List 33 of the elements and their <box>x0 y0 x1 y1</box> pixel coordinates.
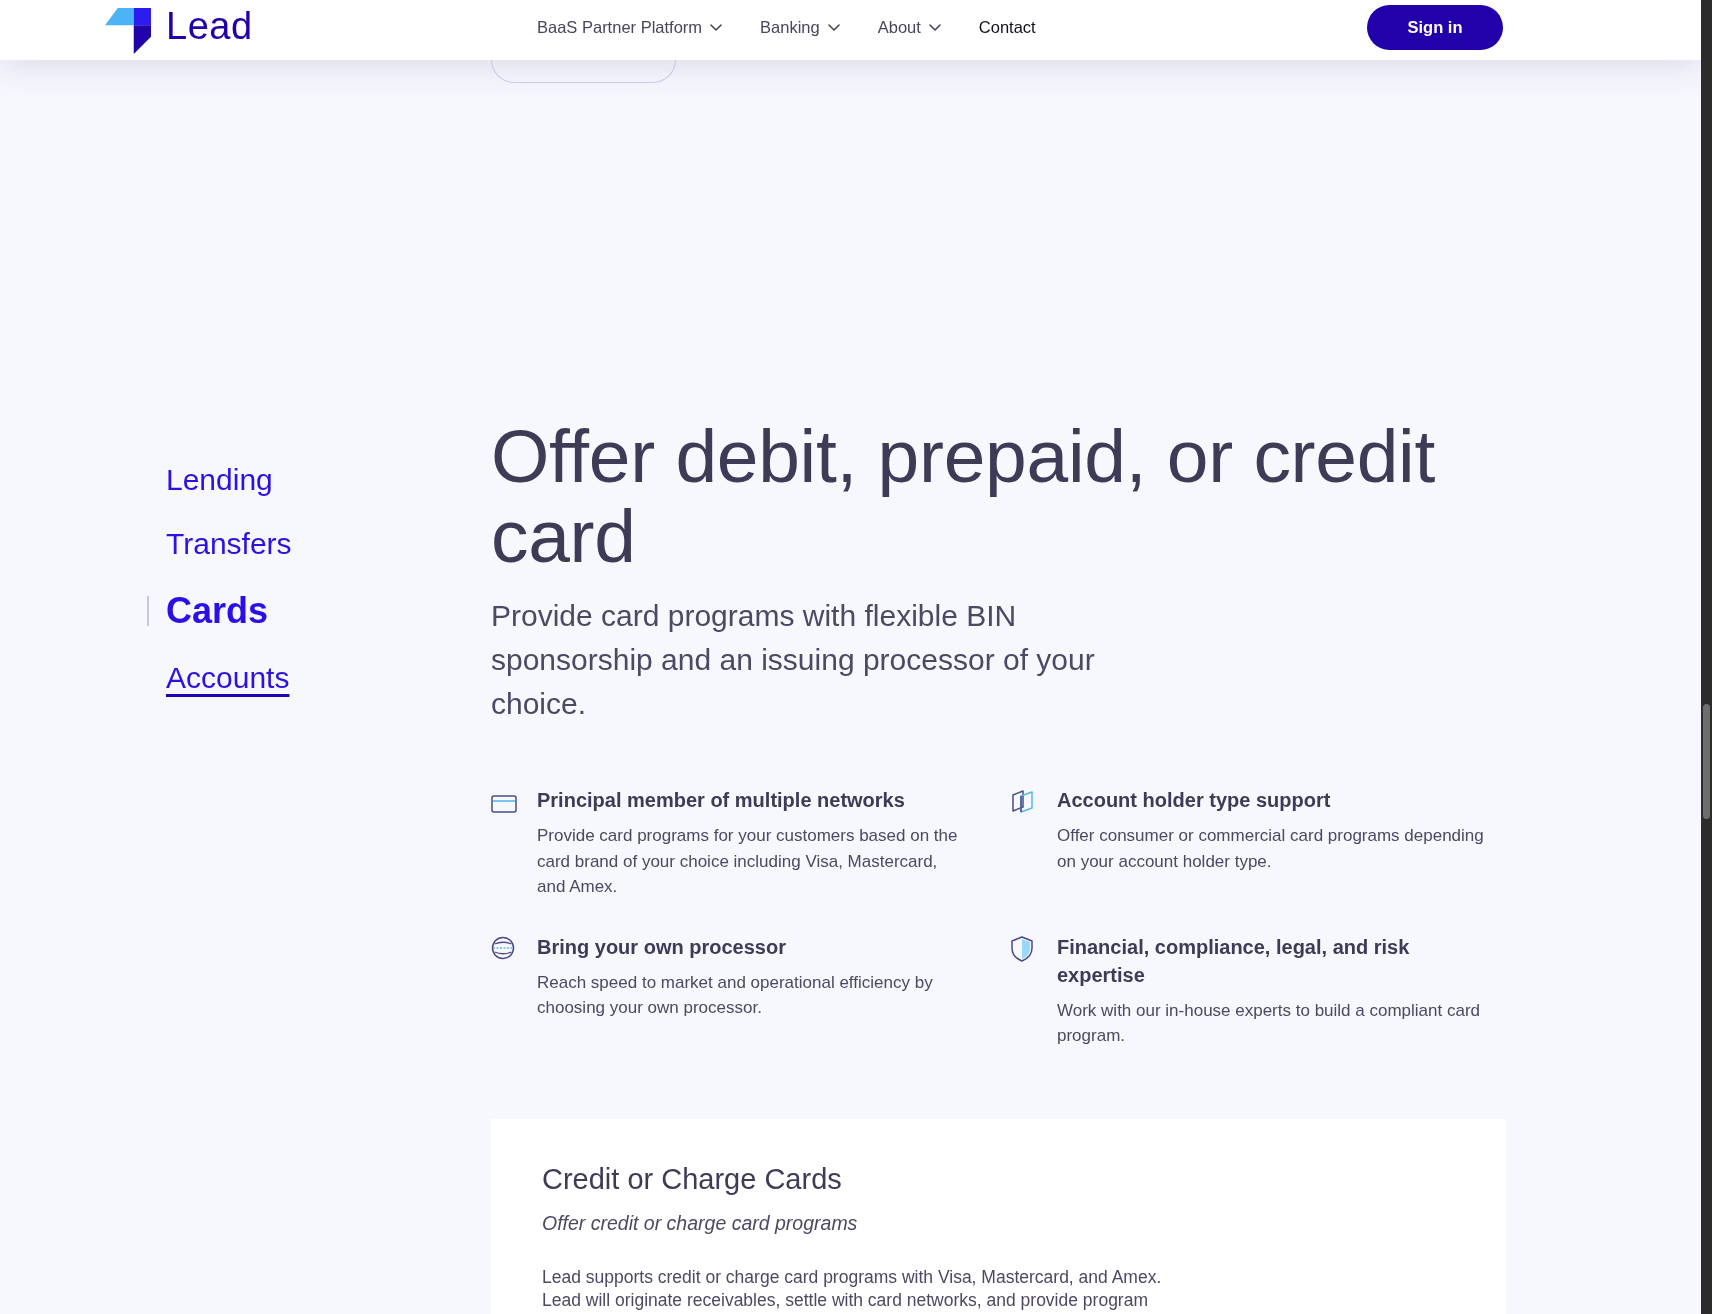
feature-description: Offer consumer or commercial card programs depending on your account holder type. <box>1057 825 1485 873</box>
card-text: Lead supports credit or charge card programs with Visa, Mastercard, and Amex. Lead will originate receivables, settle with card networks, and provide program <box>542 1265 1163 1312</box>
card-subtitle: Offer credit or charge card programs <box>542 1210 859 1236</box>
feature-description: Work with our in-house experts to build a compliant card program. <box>1057 999 1481 1047</box>
chevron-down-icon <box>710 23 723 31</box>
nav-link[interactable]: About <box>877 17 941 37</box>
sign-in-button[interactable]: Sign in <box>1367 4 1503 50</box>
feature-title: Financial, compliance, legal, and risk expertise <box>1057 934 1411 988</box>
sidebar-link[interactable]: Cards <box>166 588 269 634</box>
hero-subtitle: Provide card programs with flexible BIN sponsorship and an issuing processor of your choice. <box>491 598 1096 722</box>
feature-title: Account holder type support <box>1057 788 1332 813</box>
page-heading: Offer debit, prepaid, or credit card <box>491 416 1436 576</box>
feature-title: Bring your own processor <box>537 934 787 960</box>
nav-link[interactable]: BaaS Partner Platform <box>537 17 723 37</box>
sidebar-link[interactable]: Accounts <box>166 658 290 698</box>
nav-link[interactable]: Contact <box>978 17 1036 37</box>
stacked-cards-icon <box>1011 789 1035 813</box>
chevron-down-icon <box>827 23 840 31</box>
scrollbar-thumb[interactable] <box>1703 704 1710 819</box>
sidebar-link[interactable]: Lending <box>166 460 273 500</box>
shield-icon <box>1011 935 1033 962</box>
feature-title: Principal member of multiple networks <box>537 788 906 813</box>
active-indicator <box>147 596 149 626</box>
logo-text[interactable]: Lead <box>166 7 253 44</box>
logo-icon[interactable] <box>105 7 151 54</box>
sidebar-link[interactable]: Transfers <box>166 524 292 564</box>
credit-card-icon <box>491 795 517 813</box>
feature-description: Reach speed to market and operational efficiency by choosing your own processor. <box>537 971 934 1019</box>
nav-link[interactable]: Banking <box>760 17 840 37</box>
sphere-icon <box>491 935 515 960</box>
card-title: Credit or Charge Cards <box>542 1161 843 1197</box>
chevron-down-icon <box>928 23 941 31</box>
feature-description: Provide card programs for your customers based on the card brand of your choice including Visa, Mastercard, and Amex. <box>537 825 959 898</box>
